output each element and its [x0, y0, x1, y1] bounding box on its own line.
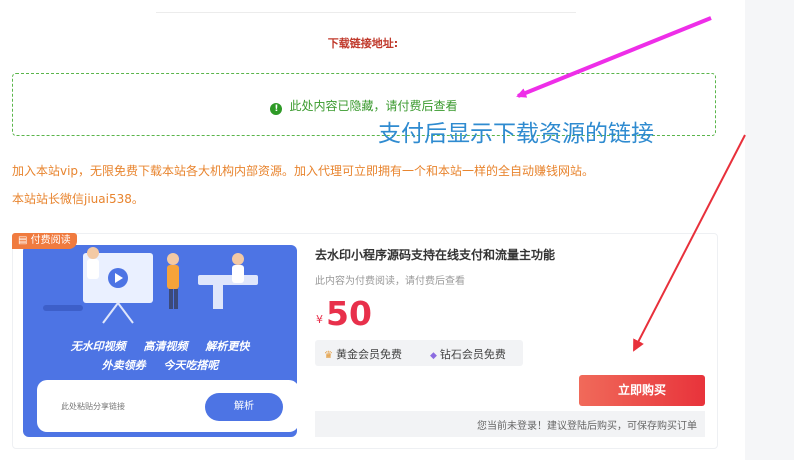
- product-title[interactable]: 去水印小程序源码支持在线支付和流量主功能: [315, 246, 555, 263]
- price-value: 50: [326, 294, 372, 333]
- product-thumbnail[interactable]: 无水印视频 高清视频 解析更快 外卖领券 今天吃搭呢 此处粘贴分享链接 解析: [23, 245, 297, 437]
- info-icon: !: [270, 103, 283, 115]
- price: ¥50: [316, 294, 372, 333]
- diamond-icon: ◆: [430, 351, 437, 361]
- login-notice-bar: 您当前未登录！建议登陆后购买，可保存购买订单: [315, 411, 705, 437]
- member-tags: ♛ 黄金会员免费 ◆ 钻石会员免费: [315, 340, 523, 366]
- vip-info-line2: 本站站长微信jiuai538。: [12, 192, 144, 206]
- diamond-member-tag: ◆ 钻石会员免费: [430, 346, 506, 362]
- thumbnail-features-line2: 外卖领券 今天吃搭呢: [101, 359, 219, 372]
- gold-member-tag: ♛ 黄金会员免费: [324, 346, 402, 362]
- vip-info-line1: 加入本站vip，无限免费下载本站各大机构内部资源。加入代理可立即拥有一个和本站一…: [12, 164, 595, 178]
- thumbnail-link-input: 此处粘贴分享链接 解析: [37, 380, 297, 432]
- hidden-content-message: ! 此处内容已隐藏，请付费后查看: [13, 97, 715, 115]
- doc-icon: ▤: [18, 235, 31, 246]
- crown-icon: ♛: [324, 350, 333, 361]
- diamond-member-label: 钻石会员免费: [439, 348, 506, 361]
- right-gutter: [745, 0, 794, 460]
- thumbnail-parse-button: 解析: [205, 393, 283, 421]
- paid-read-badge-label: 付费阅读: [30, 235, 71, 246]
- paid-read-badge: ▤ 付费阅读: [12, 233, 77, 249]
- product-subtitle: 此内容为付费阅读，请付费后查看: [315, 276, 465, 287]
- thumbnail-input-placeholder: 此处粘贴分享链接: [61, 402, 125, 411]
- hidden-content-text: 此处内容已隐藏，请付费后查看: [289, 99, 458, 113]
- currency-symbol: ¥: [316, 313, 323, 326]
- login-notice-text: 您当前未登录！建议登陆后购买，可保存购买订单: [477, 421, 697, 432]
- thumbnail-features-line1: 无水印视频 高清视频 解析更快: [70, 340, 250, 353]
- download-label: 下载链接地址:: [327, 37, 399, 50]
- annotation-text: 支付后显示下载资源的链接: [378, 121, 654, 147]
- gold-member-label: 黄金会员免费: [335, 348, 402, 361]
- buy-now-button[interactable]: 立即购买: [579, 375, 705, 406]
- top-divider: [156, 12, 576, 13]
